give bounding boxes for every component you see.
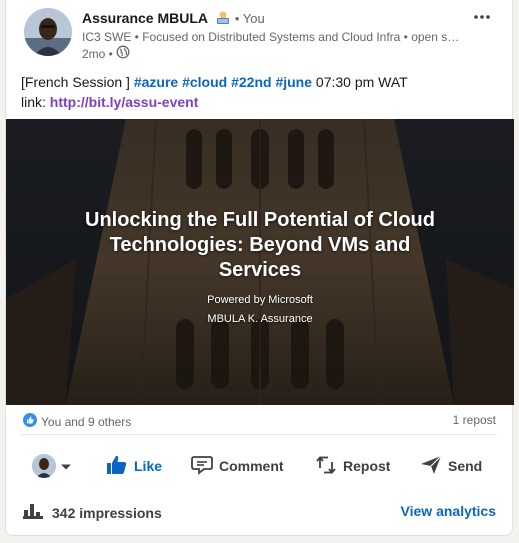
divider [21,434,497,435]
post-prefix: [French Session ] [21,74,134,90]
send-label: Send [448,458,483,474]
media-presenter: MBULA K. Assurance [207,313,313,325]
laptop-person-icon [215,11,231,29]
media-title-line: Unlocking the Full Potential of Cloud [85,209,435,231]
hashtag-cloud[interactable]: #cloud [182,74,227,90]
like-button[interactable]: Like [106,446,162,486]
post-meta: 2mo • [82,45,130,63]
hashtag-22nd[interactable]: #22nd [231,74,271,90]
send-icon [420,455,442,478]
send-button[interactable]: Send [420,446,482,486]
like-reaction-icon [23,413,37,430]
media-title: Unlocking the Full Potential of Cloud Te… [6,208,514,283]
repost-label: Repost [343,458,391,474]
repost-button[interactable]: Repost [315,446,390,486]
post-time: 2mo • [82,47,113,61]
post-image[interactable]: Unlocking the Full Potential of Cloud Te… [6,119,514,405]
view-analytics-link[interactable]: View analytics [401,503,496,519]
chevron-down-icon [60,458,72,474]
post-card: Assurance MBULA • You IC3 SWE • Focused … [5,0,514,536]
thumbs-up-icon [106,455,128,478]
hashtag-azure[interactable]: #azure [134,74,178,90]
post-time-text: 07:30 pm WAT [312,74,408,90]
post-line-1: [French Session ] #azure #cloud #22nd #j… [21,72,408,92]
comment-label: Comment [219,458,284,474]
connection-degree: • You [234,11,265,26]
reactions-count[interactable]: You and 9 others [23,413,131,430]
author-name[interactable]: Assurance MBULA [82,10,208,26]
repost-icon [315,454,337,479]
action-bar: Like Comment Repost Send [6,446,514,486]
media-powered-by: Powered by Microsoft [207,294,313,306]
link-label: link: [21,94,50,110]
impressions[interactable]: 342 impressions [23,502,162,523]
reactor-avatar [32,454,56,478]
ellipsis-icon [474,15,490,19]
media-title-line: Technologies: Beyond VMs and [109,234,411,256]
avatar-photo [24,8,72,56]
impressions-text: 342 impressions [52,504,162,521]
like-label: Like [134,458,163,474]
comment-button[interactable]: Comment [191,446,284,486]
author-avatar[interactable] [24,8,72,56]
media-title-line: Services [218,259,302,281]
author-headline: IC3 SWE • Focused on Distributed Systems… [82,30,464,44]
reposts-count[interactable]: 1 repost [453,413,496,427]
more-options-button[interactable] [466,6,498,28]
comment-icon [191,455,213,478]
reactions-text: You and 9 others [41,414,132,429]
analytics-bar-icon [23,502,43,523]
post-line-2: link: http://bit.ly/assu-event [21,92,408,112]
reactor-switch-button[interactable] [32,446,72,486]
author-name-line: Assurance MBULA • You [82,9,265,29]
event-link[interactable]: http://bit.ly/assu-event [50,94,199,110]
hashtag-june[interactable]: #june [275,74,312,90]
post-body: [French Session ] #azure #cloud #22nd #j… [21,72,408,112]
globe-icon [116,45,130,63]
